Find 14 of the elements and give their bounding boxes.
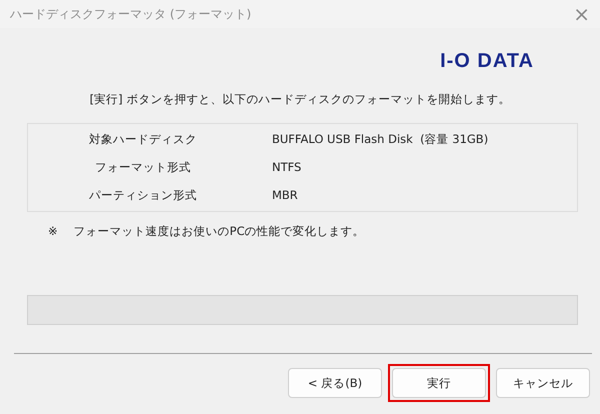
detail-label: 対象ハードディスク	[88, 132, 198, 147]
detail-value: BUFFALO USB Flash Disk (容量 31GB)	[271, 132, 490, 147]
detail-label: フォーマット形式	[94, 160, 192, 175]
dialog-button[interactable]: 実行	[392, 368, 486, 398]
detail-label: パーティション形式	[88, 188, 198, 203]
dialog-button[interactable]: キャンセル	[496, 368, 590, 398]
logo: I-O DATA	[440, 50, 534, 74]
window-title: ハードディスクフォーマッタ (フォーマット)	[10, 6, 252, 22]
instruction-text: [実行] ボタンを押すと、以下のハードディスクのフォーマットを開始します。	[88, 92, 512, 107]
dialog-button[interactable]: < 戻る(B)	[288, 368, 382, 398]
note-text: フォーマット速度はお使いのPCの性能で変化します。	[74, 224, 365, 239]
detail-value: MBR	[271, 188, 299, 203]
detail-value: NTFS	[271, 160, 302, 175]
note-mark: ※	[48, 224, 58, 239]
